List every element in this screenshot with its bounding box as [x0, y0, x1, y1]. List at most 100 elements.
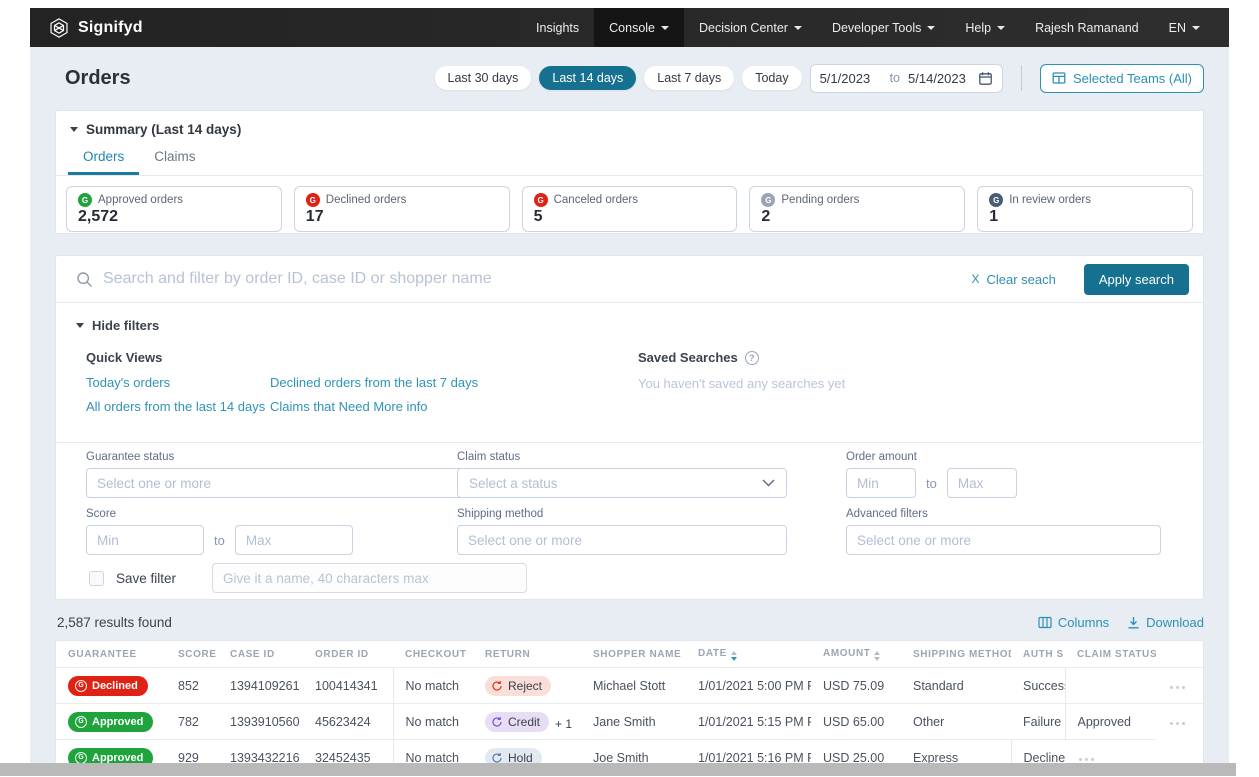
download-button[interactable]: Download	[1127, 615, 1204, 630]
nav-item-console[interactable]: Console	[594, 8, 684, 47]
return-badge: Credit	[485, 712, 549, 732]
range-last-30-days[interactable]: Last 30 days	[435, 66, 532, 90]
calendar-icon[interactable]	[978, 71, 993, 86]
stat-value: 1	[989, 208, 1181, 226]
horizontal-scrollbar[interactable]	[0, 763, 1236, 776]
page: Signifyd Insights Console Decision Cente…	[0, 0, 1259, 777]
shipping-method-input[interactable]	[457, 525, 787, 555]
table-tools: Columns Download	[1038, 615, 1204, 630]
date-range-picker[interactable]: to	[810, 64, 1003, 93]
quick-views-links: Today's orders Declined orders from the …	[86, 375, 478, 423]
tab-orders[interactable]: Orders	[68, 143, 139, 175]
results-count: 2,587 results found	[57, 615, 172, 630]
table-row[interactable]: GApproved 782 1393910560 45623424 No mat…	[56, 704, 1203, 740]
orders-table: GUARANTEE SCORE CASE ID ORDER ID CHECKOU…	[55, 640, 1204, 764]
selected-teams-button[interactable]: Selected Teams (All)	[1040, 64, 1204, 93]
date-to-label: to	[890, 71, 900, 85]
quick-view-declined-7-days[interactable]: Declined orders from the last 7 days	[270, 375, 478, 399]
date-from-input[interactable]	[820, 71, 882, 86]
guarantee-icon: G	[534, 193, 548, 207]
score-max-input[interactable]	[235, 525, 353, 555]
shipping-cell: Standard	[901, 668, 1011, 704]
amount-cell: USD 65.00	[811, 704, 901, 740]
divider	[1021, 65, 1022, 91]
quick-view-all-14-days[interactable]: All orders from the last 14 days	[86, 399, 270, 423]
save-filter-checkbox[interactable]	[89, 571, 104, 586]
filter-name-input[interactable]	[212, 563, 527, 593]
date-to-input[interactable]	[908, 71, 970, 86]
brand[interactable]: Signifyd	[30, 17, 143, 39]
range-last-7-days[interactable]: Last 7 days	[644, 66, 734, 90]
guarantee-icon: G	[306, 193, 320, 207]
nav-item-user[interactable]: Rajesh Ramanand	[1020, 8, 1154, 47]
range-today[interactable]: Today	[742, 66, 801, 90]
columns-button[interactable]: Columns	[1038, 615, 1109, 630]
chevron-down-icon	[762, 479, 775, 487]
advanced-filters-input[interactable]	[846, 525, 1161, 555]
sort-icon[interactable]	[731, 651, 737, 661]
hide-filters-toggle[interactable]: Hide filters	[56, 303, 1203, 333]
order-amount-max-input[interactable]	[947, 468, 1017, 498]
stat-declined-orders: GDeclined orders 17	[294, 186, 510, 232]
quick-views-title: Quick Views	[86, 350, 162, 365]
col-auth-status[interactable]: AUTH S	[1011, 641, 1065, 668]
row-actions-button[interactable]	[1168, 682, 1187, 693]
col-shopper-name[interactable]: SHOPPER NAME	[581, 641, 686, 668]
order-id-cell: 45623424	[303, 704, 393, 740]
auth-status-cell: Success	[1011, 668, 1065, 704]
save-filter-row: Save filter	[56, 557, 1203, 593]
score-cell: 782	[166, 704, 218, 740]
col-case-id[interactable]: CASE ID	[218, 641, 303, 668]
col-checkout[interactable]: CHECKOUT	[393, 641, 473, 668]
date-range-group: Last 30 days Last 14 days Last 7 days To…	[435, 64, 1205, 93]
tab-claims[interactable]: Claims	[139, 143, 210, 175]
saved-searches-title: Saved Searches ?	[638, 350, 759, 365]
col-shipping-method[interactable]: SHIPPING METHOD	[901, 641, 1011, 668]
nav-item-developer-tools[interactable]: Developer Tools	[817, 8, 950, 47]
nav-item-language[interactable]: EN	[1154, 8, 1215, 47]
quick-view-claims-need-info[interactable]: Claims that Need More info	[270, 399, 478, 423]
stat-pending-orders: GPending orders 2	[749, 186, 965, 232]
filter-row-1: Guarantee status Claim status Select a s…	[56, 443, 1203, 500]
range-last-14-days[interactable]: Last 14 days	[539, 66, 636, 90]
amount-cell: USD 75.09	[811, 668, 901, 704]
guarantee-status-input[interactable]	[86, 468, 471, 498]
date-cell: 1/01/2021 5:15 PM PST	[686, 704, 811, 740]
nav-item-insights[interactable]: Insights	[521, 8, 594, 47]
search-row: X Clear seach Apply search	[56, 256, 1203, 303]
col-score[interactable]: SCORE	[166, 641, 218, 668]
col-date[interactable]: DATE	[686, 641, 811, 668]
col-return[interactable]: RETURN	[473, 641, 581, 668]
search-icon	[76, 271, 93, 288]
sort-icon[interactable]	[874, 651, 880, 661]
top-nav: Signifyd Insights Console Decision Cente…	[30, 8, 1229, 47]
score-filter: Score to	[86, 508, 353, 555]
claim-status-select[interactable]: Select a status	[457, 468, 787, 498]
quick-view-todays-orders[interactable]: Today's orders	[86, 375, 270, 399]
col-order-id[interactable]: ORDER ID	[303, 641, 393, 668]
summary-header[interactable]: Summary (Last 14 days)	[56, 111, 1203, 139]
row-actions-button[interactable]	[1168, 718, 1187, 729]
col-guarantee[interactable]: GUARANTEE	[56, 641, 166, 668]
apply-search-button[interactable]: Apply search	[1084, 264, 1189, 295]
help-icon[interactable]: ?	[745, 351, 759, 365]
nav-item-decision-center[interactable]: Decision Center	[684, 8, 817, 47]
col-amount[interactable]: AMOUNT	[811, 641, 901, 668]
return-icon	[491, 716, 503, 728]
claim-status-cell: Declined	[1011, 740, 1065, 765]
col-claim-status[interactable]: CLAIM STATUS	[1065, 641, 1156, 668]
order-amount-min-input[interactable]	[846, 468, 916, 498]
columns-icon	[1038, 616, 1052, 629]
table-row[interactable]: GDeclined 852 1394109261 100414341 No ma…	[56, 668, 1203, 704]
chevron-down-icon	[997, 26, 1005, 30]
stat-value: 2,572	[78, 208, 270, 226]
clear-search-button[interactable]: X Clear seach	[971, 272, 1055, 287]
shopper-cell: Michael Stott	[581, 668, 686, 704]
search-input[interactable]	[103, 270, 961, 288]
score-min-input[interactable]	[86, 525, 204, 555]
table-row[interactable]: GApproved 929 1393432216 32452435 No mat…	[56, 740, 1203, 765]
chevron-down-icon	[927, 26, 935, 30]
title-row: Orders Last 30 days Last 14 days Last 7 …	[55, 47, 1204, 109]
brand-name: Signifyd	[78, 19, 143, 37]
nav-item-help[interactable]: Help	[950, 8, 1020, 47]
